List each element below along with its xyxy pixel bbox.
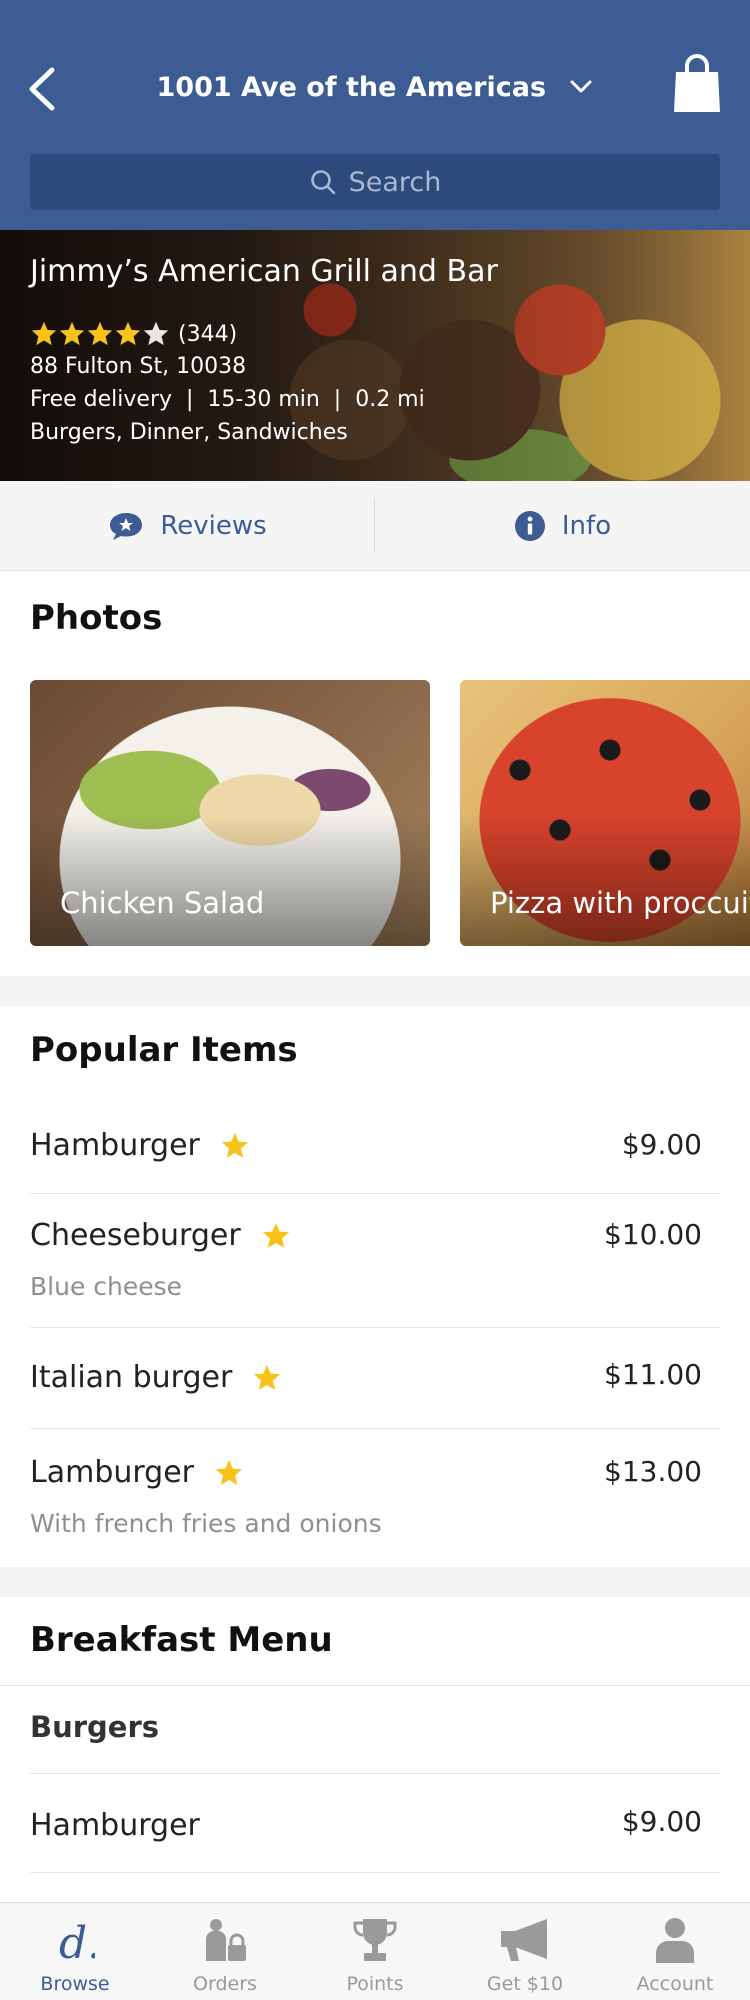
item-price: $11.00 (604, 1358, 702, 1391)
orders-icon (206, 1919, 246, 1961)
restaurant-tabs: Reviews Info (0, 481, 750, 571)
restaurant-name: Jimmy’s American Grill and Bar (30, 254, 498, 289)
star-filled-icon (87, 321, 113, 346)
menu-item-cheeseburger[interactable]: Cheeseburger $10.00 Blue cheese (30, 1194, 720, 1328)
restaurant-hero: Jimmy’s American Grill and Bar (344) 88 … (0, 230, 750, 481)
menu-item-italian-burger[interactable]: Italian burger $11.00 (30, 1328, 720, 1429)
restaurant-address: 88 Fulton St, 10038 (30, 354, 247, 379)
delivery-address-selector[interactable]: 1001 Ave of the Americas (0, 72, 750, 103)
featured-star-icon (221, 1132, 248, 1158)
menu-item-lamburger[interactable]: Lamburger $13.00 With french fries and o… (30, 1429, 720, 1567)
nav-browse-label: Browse (40, 1973, 110, 1995)
review-count: (344) (178, 321, 238, 347)
breakfast-menu-title: Breakfast Menu (30, 1620, 333, 1660)
item-description: With french fries and onions (30, 1509, 382, 1538)
item-name: Cheeseburger (30, 1218, 241, 1253)
restaurant-rating: (344) (30, 320, 237, 348)
photos-title: Photos (30, 598, 163, 638)
star-filled-icon (115, 321, 141, 346)
item-price: $13.00 (604, 1455, 702, 1488)
person-icon (656, 1918, 694, 1963)
svg-text:d.: d. (59, 1918, 95, 1964)
featured-star-icon (254, 1364, 281, 1390)
rating-stars (30, 320, 170, 348)
breakfast-subsection-burgers: Burgers (30, 1710, 160, 1744)
item-price: $9.00 (621, 1128, 702, 1161)
popular-items-title: Popular Items (30, 1030, 298, 1070)
nav-orders[interactable]: Orders (150, 1903, 300, 2000)
item-name: Lamburger (30, 1455, 195, 1490)
browse-d-icon: d. (59, 1918, 95, 1964)
nav-get-10-label: Get $10 (486, 1973, 564, 1995)
star-empty-icon (143, 321, 169, 346)
nav-get-10[interactable]: Get $10 (450, 1903, 600, 2000)
item-name: Hamburger (30, 1128, 200, 1163)
star-filled-icon (59, 321, 85, 346)
photo-caption: Pizza with proccuito (490, 886, 750, 920)
bottom-navigation: d. Browse Orders Points (0, 1902, 750, 2000)
featured-star-icon (215, 1459, 243, 1485)
section-gap (0, 976, 750, 1006)
nav-orders-label: Orders (193, 1973, 257, 1995)
chat-star-icon (110, 512, 143, 540)
photo-card-chicken-salad[interactable]: Chicken Salad (30, 680, 430, 946)
photo-card-pizza[interactable]: Pizza with proccuito (460, 680, 750, 946)
item-name: Hamburger (30, 1808, 200, 1843)
nav-points[interactable]: Points (300, 1903, 450, 2000)
search-input[interactable]: Search (30, 154, 720, 210)
chevron-down-icon (570, 80, 592, 92)
shopping-bag-icon (674, 54, 720, 112)
delivery-address-label: 1001 Ave of the Americas (156, 72, 547, 103)
menu-item-hamburger[interactable]: Hamburger $9.00 (30, 1110, 720, 1194)
section-gap (0, 1567, 750, 1597)
featured-star-icon (262, 1222, 289, 1248)
tab-info-label: Info (561, 510, 612, 541)
delivery-info: Free delivery | 15-30 min | 0.2 mi (30, 387, 425, 412)
info-icon (514, 510, 545, 541)
item-price: $10.00 (604, 1218, 702, 1251)
nav-account-label: Account (636, 1973, 714, 1995)
trophy-icon (353, 1919, 397, 1961)
megaphone-icon (501, 1919, 547, 1961)
star-filled-icon (31, 321, 57, 346)
nav-account[interactable]: Account (600, 1903, 750, 2000)
divider (0, 1685, 750, 1686)
cart-button[interactable] (672, 52, 722, 116)
tab-reviews-label: Reviews (160, 510, 267, 541)
search-placeholder: Search (348, 166, 442, 198)
item-price: $9.00 (621, 1805, 702, 1838)
item-description: Blue cheese (30, 1272, 183, 1301)
menu-item-breakfast-hamburger[interactable]: Hamburger $9.00 (30, 1773, 720, 1873)
photo-caption: Chicken Salad (60, 886, 265, 920)
tab-divider (374, 499, 375, 553)
item-name: Italian burger (30, 1360, 233, 1395)
tab-info[interactable]: Info (375, 481, 750, 570)
app-header: 1001 Ave of the Americas Search (0, 0, 750, 230)
tab-reviews[interactable]: Reviews (0, 481, 375, 570)
restaurant-categories: Burgers, Dinner, Sandwiches (30, 420, 348, 445)
search-icon (310, 170, 335, 195)
nav-points-label: Points (346, 1973, 404, 1995)
nav-browse[interactable]: d. Browse (0, 1903, 150, 2000)
